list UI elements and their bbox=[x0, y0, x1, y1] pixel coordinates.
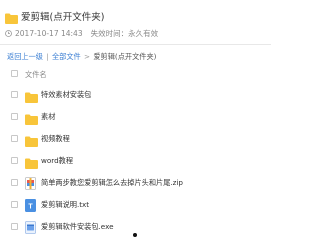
row-checkbox[interactable] bbox=[11, 113, 18, 120]
share-title: 爱剪辑(点开文件夹) bbox=[21, 12, 105, 23]
file-name[interactable]: 特效素材安装包 bbox=[41, 90, 91, 100]
header-divider bbox=[0, 44, 271, 45]
page-indicator-dot bbox=[133, 233, 137, 237]
file-row[interactable]: 简单两步教您爱剪辑怎么去掉片头和片尾.zip bbox=[0, 172, 271, 194]
expire-label: 失效时间：永久有效 bbox=[90, 29, 159, 38]
share-meta: 2017-10-17 14:43 失效时间：永久有效 bbox=[5, 28, 158, 39]
select-all-checkbox[interactable] bbox=[11, 70, 18, 77]
file-name[interactable]: 爱剪辑说明.txt bbox=[41, 200, 89, 210]
row-checkbox[interactable] bbox=[11, 179, 18, 186]
svg-text:T: T bbox=[28, 204, 33, 211]
row-checkbox[interactable] bbox=[11, 201, 18, 208]
folder-icon bbox=[25, 132, 38, 151]
back-link[interactable]: 返回上一级 bbox=[7, 52, 43, 61]
file-row[interactable]: T 爱剪辑说明.txt bbox=[0, 194, 271, 216]
file-row[interactable]: 素材 bbox=[0, 106, 271, 128]
breadcrumb-arrow: > bbox=[84, 52, 91, 61]
file-name[interactable]: 视频教程 bbox=[41, 134, 70, 144]
row-checkbox[interactable] bbox=[11, 157, 18, 164]
exe-file-icon bbox=[25, 219, 36, 238]
zip-file-icon bbox=[25, 175, 36, 194]
file-row[interactable]: 特效素材安装包 bbox=[0, 84, 271, 106]
file-row[interactable]: word教程 bbox=[0, 150, 271, 172]
folder-icon bbox=[25, 88, 38, 107]
column-header-name[interactable]: 文件名 bbox=[25, 70, 47, 80]
row-checkbox[interactable] bbox=[11, 91, 18, 98]
file-name[interactable]: word教程 bbox=[41, 156, 73, 166]
breadcrumb: 返回上一级 | 全部文件 > 爱剪辑(点开文件夹) bbox=[7, 52, 156, 62]
share-date: 2017-10-17 14:43 bbox=[15, 29, 83, 38]
folder-icon bbox=[25, 110, 38, 129]
clock-icon bbox=[5, 30, 12, 37]
file-name[interactable]: 简单两步教您爱剪辑怎么去掉片头和片尾.zip bbox=[41, 178, 183, 188]
file-row[interactable]: 视频教程 bbox=[0, 128, 271, 150]
row-checkbox[interactable] bbox=[11, 135, 18, 142]
txt-file-icon: T bbox=[25, 197, 36, 216]
list-header: 文件名 bbox=[0, 66, 271, 82]
file-name[interactable]: 素材 bbox=[41, 112, 55, 122]
file-name[interactable]: 爱剪辑软件安装包.exe bbox=[41, 222, 114, 232]
share-page: 爱剪辑(点开文件夹) 2017-10-17 14:43 失效时间：永久有效 返回… bbox=[0, 0, 271, 241]
folder-icon bbox=[25, 154, 38, 173]
breadcrumb-current: 爱剪辑(点开文件夹) bbox=[93, 52, 157, 61]
all-files-link[interactable]: 全部文件 bbox=[52, 52, 81, 61]
folder-icon bbox=[5, 9, 18, 28]
row-checkbox[interactable] bbox=[11, 223, 18, 230]
breadcrumb-separator: | bbox=[46, 52, 49, 61]
share-header: 爱剪辑(点开文件夹) 2017-10-17 14:43 失效时间：永久有效 bbox=[0, 0, 271, 44]
